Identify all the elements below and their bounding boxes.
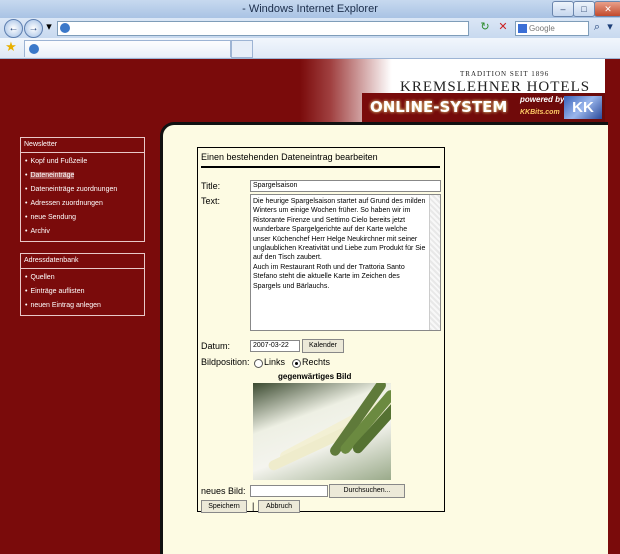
online-system-title: ONLINE-SYSTEM [370,98,508,116]
text-content: Die heurige Spargelsaison startet auf Gr… [253,198,426,290]
close-window-button[interactable]: ✕ [594,1,620,17]
form-heading: Einen bestehenden Dateneintrag bearbeite… [201,152,378,162]
menu-item-adressen-zuordnungen[interactable]: Adressen zuordnungen [21,197,144,211]
google-icon [518,24,527,33]
rechts-label: Rechts [302,357,331,367]
kk-logo: KK [564,96,602,119]
forward-button[interactable]: → [24,19,43,38]
browser-tab[interactable] [24,40,231,57]
menu-item-neue-sendung[interactable]: neue Sendung [21,211,144,225]
favorites-star-icon[interactable]: ★ [4,40,18,54]
search-button[interactable]: ⌕ [590,20,604,34]
back-button[interactable]: ← [4,19,23,38]
address-toolbar: ← → ▾ ↻ ✕ Google Österreich ⌕ ▾ [0,18,620,38]
radio-rechts[interactable] [292,359,301,368]
edit-entry-form: Einen bestehenden Dateneintrag bearbeite… [197,147,445,513]
menu-item-archiv[interactable]: Archiv [21,225,144,239]
menu-item-quellen[interactable]: Quellen [21,271,144,285]
online-system-banner: ONLINE-SYSTEM powered by KKBits.com KK [362,93,605,122]
address-input[interactable] [57,21,469,36]
tradition-text: TRADITION SEIT 1896 [460,70,550,78]
history-dropdown-icon[interactable]: ▾ [42,20,56,34]
newsletter-menu: Newsletter Kopf und Fußzeile Dateneinträ… [20,137,145,242]
asparagus-image [253,383,391,480]
text-label: Text: [201,196,221,206]
maximize-button[interactable]: □ [573,1,595,17]
menu-item-dateneintraege[interactable]: Dateneinträge [21,169,144,183]
favorites-bar: ★ [0,38,620,59]
powered-by-text: powered by [520,95,565,104]
adressdatenbank-menu: Adressdatenbank Quellen Einträge auflist… [20,253,145,316]
minimize-button[interactable]: – [552,1,574,17]
menu-item-dateneintraege-zuordnungen[interactable]: Dateneinträge zuordnungen [21,183,144,197]
speichern-button[interactable]: Speichern [201,500,247,513]
radio-links[interactable] [254,359,263,368]
datum-label: Datum: [201,341,231,351]
menu-item-eintraege-auflisten[interactable]: Einträge auflisten [21,285,144,299]
menu-item-kopf-fusszeile[interactable]: Kopf und Fußzeile [21,155,144,169]
page: TRADITION SEIT 1896 KREMSLEHNER HOTELS W… [0,59,620,554]
text-textarea[interactable]: Die heurige Spargelsaison startet auf Gr… [250,194,441,331]
content-area: Einen bestehenden Dateneintrag bearbeite… [160,122,608,554]
search-options-icon[interactable]: ▾ [603,20,617,34]
links-label: Links [264,357,286,367]
stop-button[interactable]: ✕ [496,20,510,34]
kkbits-text: KKBits.com [520,109,560,116]
form-divider [201,166,440,168]
button-separator: | [252,501,255,511]
menu-item-neuen-eintrag[interactable]: neuen Eintrag anlegen [21,299,144,313]
ie-page-icon [60,23,70,33]
window-titlebar: - Windows Internet Explorer – □ ✕ [0,0,620,18]
ie-tab-icon [29,44,39,54]
bildposition-label: Bildposition: [201,357,250,367]
window-title: - Windows Internet Explorer [242,3,378,15]
current-image-caption: gegenwärtiges Bild [278,372,352,381]
title-input[interactable]: Spargelsaison [250,180,441,192]
search-input[interactable]: Google Österreich [515,21,589,36]
abbruch-button[interactable]: Abbruch [258,500,300,513]
kalender-button[interactable]: Kalender [302,339,344,353]
neues-bild-label: neues Bild: [201,486,246,496]
textarea-scrollbar[interactable] [429,195,440,330]
durchsuchen-button[interactable]: Durchsuchen... [329,484,405,498]
datum-input[interactable]: 2007-03-22 [250,340,300,352]
file-path-input[interactable] [250,485,328,497]
refresh-button[interactable]: ↻ [478,20,492,34]
new-tab-button[interactable] [231,40,253,58]
adressdatenbank-menu-title: Adressdatenbank [21,254,144,269]
newsletter-menu-title: Newsletter [21,138,144,153]
title-label: Title: [201,181,221,191]
